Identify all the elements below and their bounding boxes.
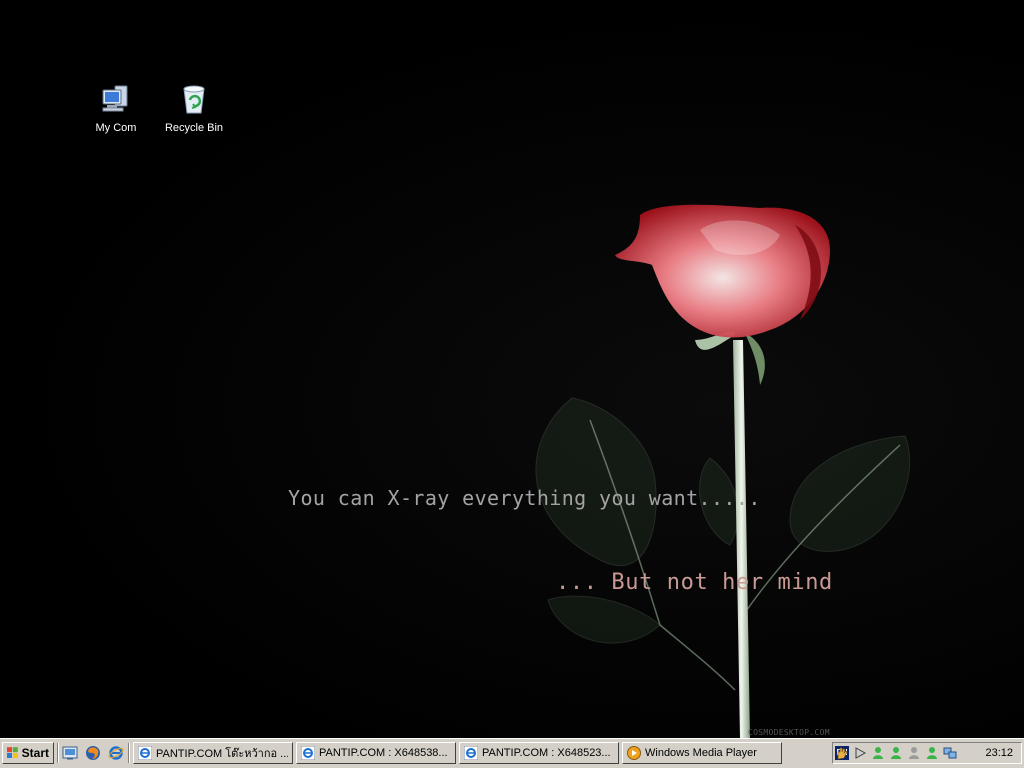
windows-logo-icon	[7, 747, 18, 758]
wallpaper-quote-line-2: ... But not her mind	[556, 570, 833, 595]
recycle-bin-icon	[183, 85, 205, 114]
network-icon[interactable]	[943, 746, 957, 760]
messenger-offline-icon[interactable]	[907, 746, 921, 760]
internet-explorer-icon	[464, 746, 478, 760]
messenger-icon[interactable]	[871, 746, 885, 760]
desktop: You can X-ray everything you want..... .…	[0, 0, 1024, 738]
firefox-icon[interactable]	[85, 745, 101, 761]
my-computer-icon	[102, 85, 128, 112]
task-pantip-1[interactable]: PANTIP.COM โต๊ะหว้ากอ ...	[133, 742, 293, 764]
internet-explorer-icon	[301, 746, 315, 760]
wallpaper-credit: COSMODESKTOP.COM	[748, 728, 830, 737]
taskbar: Start PANTIP.COM โต๊ะหว้ากอ ... PANTIP.C…	[0, 738, 1024, 768]
play-icon[interactable]	[853, 746, 867, 760]
taskbar-separator	[57, 743, 59, 763]
hand-icon[interactable]	[835, 746, 849, 760]
my-computer-shortcut[interactable]: My Com	[80, 82, 152, 134]
taskbar-separator	[128, 743, 130, 763]
rose-wallpaper-art	[535, 204, 911, 738]
task-label: PANTIP.COM : X648538...	[319, 747, 448, 759]
task-label: Windows Media Player	[645, 747, 757, 759]
messenger-icon[interactable]	[925, 746, 939, 760]
task-label: PANTIP.COM : X648523...	[482, 747, 611, 759]
task-windows-media-player[interactable]: Windows Media Player	[622, 742, 782, 764]
messenger-icon[interactable]	[889, 746, 903, 760]
recycle-bin-shortcut[interactable]: Recycle Bin	[158, 82, 230, 134]
internet-explorer-icon[interactable]	[108, 745, 124, 761]
wallpaper-quote-line-1: You can X-ray everything you want.....	[288, 486, 761, 510]
clock[interactable]: 23:12	[985, 747, 1013, 759]
recycle-bin-label: Recycle Bin	[164, 122, 224, 134]
task-label: PANTIP.COM โต๊ะหว้ากอ ...	[156, 748, 288, 760]
internet-explorer-icon	[138, 746, 152, 760]
start-label: Start	[21, 746, 49, 760]
show-desktop-icon[interactable]	[62, 745, 78, 761]
my-computer-label: My Com	[95, 122, 137, 134]
task-pantip-3[interactable]: PANTIP.COM : X648523...	[459, 742, 619, 764]
media-player-icon	[627, 746, 641, 760]
system-tray: 23:12	[832, 742, 1022, 764]
start-button[interactable]: Start	[2, 742, 54, 764]
task-pantip-2[interactable]: PANTIP.COM : X648538...	[296, 742, 456, 764]
